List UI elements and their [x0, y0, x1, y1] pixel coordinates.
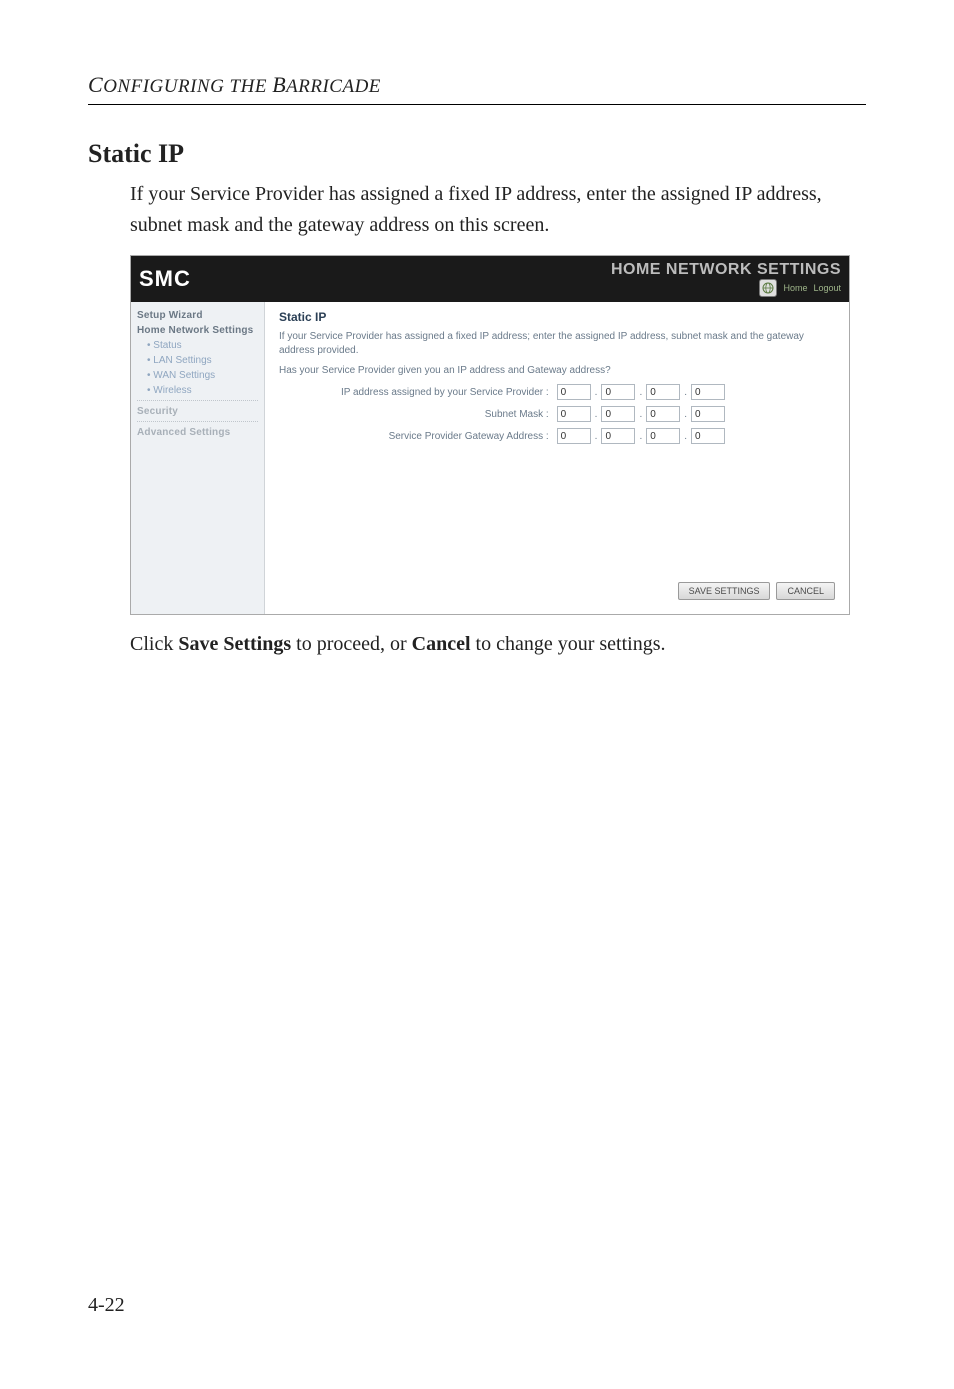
ip-octet-3[interactable]: [646, 384, 680, 400]
label-gateway: Service Provider Gateway Address :: [389, 431, 549, 442]
dot: .: [684, 431, 687, 442]
ss-logo: SMC: [139, 266, 191, 292]
cancel-button[interactable]: CANCEL: [776, 582, 835, 600]
globe-icon: [759, 279, 777, 297]
running-header: CONFIGURING THE BARRICADE: [88, 72, 866, 98]
ip-octet-1[interactable]: [557, 384, 591, 400]
dot: .: [684, 409, 687, 420]
ss-logo-block: SMC: [139, 266, 191, 292]
nav-sub-wan-settings[interactable]: WAN Settings: [147, 370, 258, 381]
gw-octet-1[interactable]: [557, 428, 591, 444]
ss-logout-link[interactable]: Logout: [813, 283, 841, 293]
dot: .: [639, 387, 642, 398]
dot: .: [639, 409, 642, 420]
dot: .: [595, 387, 598, 398]
ss-desc-1: If your Service Provider has assigned a …: [279, 330, 835, 358]
row-mask: Subnet Mask : . . .: [279, 406, 835, 422]
ss-top-links: Home Logout: [759, 279, 841, 297]
label-subnet-mask: Subnet Mask :: [485, 409, 549, 420]
nav-advanced-settings[interactable]: Advanced Settings: [137, 427, 258, 438]
dot: .: [595, 409, 598, 420]
ss-sidebar: Setup Wizard Home Network Settings Statu…: [131, 302, 265, 614]
ss-form: IP address assigned by your Service Prov…: [279, 384, 835, 444]
save-settings-button[interactable]: SAVE SETTINGS: [678, 582, 771, 600]
page-number: 4-22: [88, 1294, 125, 1317]
dot: .: [684, 387, 687, 398]
dot: .: [595, 431, 598, 442]
caption-prefix: Click: [130, 633, 178, 655]
nav-setup-wizard[interactable]: Setup Wizard: [137, 310, 258, 321]
caption-paragraph: Click Save Settings to proceed, or Cance…: [130, 629, 866, 660]
gw-octet-4[interactable]: [691, 428, 725, 444]
ss-content-heading: Static IP: [279, 310, 835, 324]
ss-header-bar: SMC HOME NETWORK SETTINGS Home Logout: [131, 256, 849, 302]
caption-save: Save Settings: [178, 633, 291, 655]
ip-octet-2[interactable]: [601, 384, 635, 400]
nav-sub-lan-settings[interactable]: LAN Settings: [147, 355, 258, 366]
mask-octet-1[interactable]: [557, 406, 591, 422]
caption-mid: to proceed, or: [291, 633, 412, 655]
gw-octet-2[interactable]: [601, 428, 635, 444]
row-ip: IP address assigned by your Service Prov…: [279, 384, 835, 400]
caption-cancel: Cancel: [412, 633, 471, 655]
row-gateway: Service Provider Gateway Address : . . .: [279, 428, 835, 444]
mask-octet-2[interactable]: [601, 406, 635, 422]
embedded-screenshot: SMC HOME NETWORK SETTINGS Home Logout Se…: [130, 255, 850, 615]
gw-octet-3[interactable]: [646, 428, 680, 444]
intro-paragraph: If your Service Provider has assigned a …: [130, 179, 866, 241]
ss-content-area: Static IP If your Service Provider has a…: [265, 302, 849, 614]
nav-security[interactable]: Security: [137, 406, 258, 417]
label-ip: IP address assigned by your Service Prov…: [341, 387, 549, 398]
rule: [88, 104, 866, 105]
caption-suffix: to change your settings.: [471, 633, 666, 655]
mask-octet-4[interactable]: [691, 406, 725, 422]
mask-octet-3[interactable]: [646, 406, 680, 422]
ss-desc-2: Has your Service Provider given you an I…: [279, 364, 835, 378]
ss-page-title: HOME NETWORK SETTINGS: [611, 261, 841, 279]
ss-home-link[interactable]: Home: [783, 283, 807, 293]
ss-button-bar: SAVE SETTINGS CANCEL: [678, 582, 835, 600]
section-title: Static IP: [88, 139, 866, 169]
nav-home-network-settings[interactable]: Home Network Settings: [137, 325, 258, 336]
dot: .: [639, 431, 642, 442]
nav-sub-wireless[interactable]: Wireless: [147, 385, 258, 396]
nav-sub-status[interactable]: Status: [147, 340, 258, 351]
ip-octet-4[interactable]: [691, 384, 725, 400]
